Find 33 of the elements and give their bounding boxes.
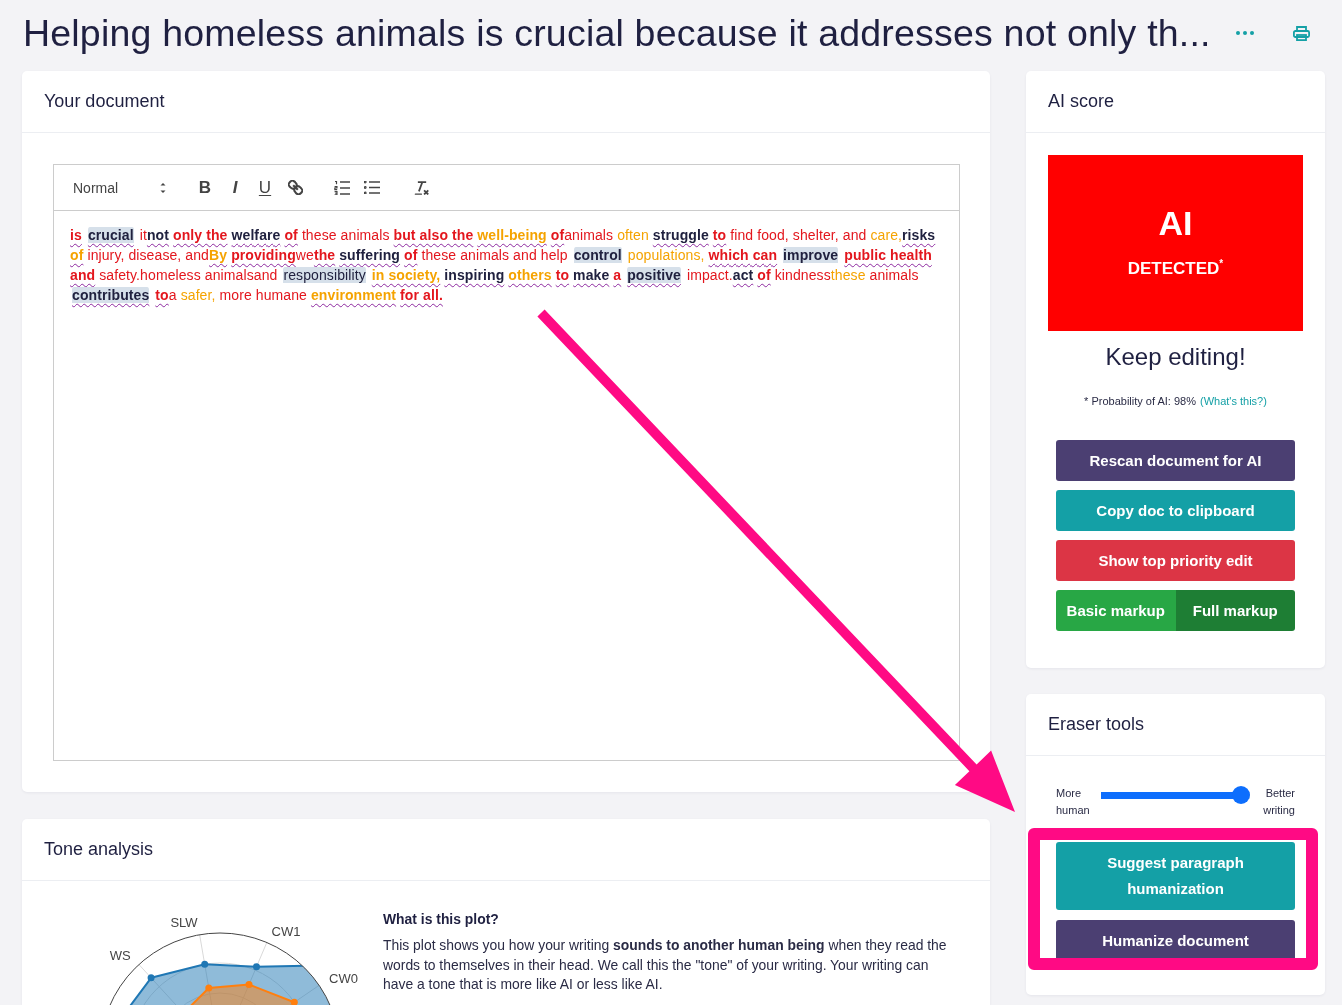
link-icon[interactable] [287, 180, 303, 195]
rescan-button[interactable]: Rescan document for AI [1056, 440, 1295, 481]
page-title: Helping homeless animals is crucial because it addresses not only th... [23, 11, 1211, 55]
document-text: is crucial itnot only the welfare of these animals but also the well-being ofanimals often struggle to find food, shelter, and care,risks of injury, disease, andBy providingwethe suffering of these animals and help control populations, which can improve public health and safety.homeless animalsand responsibility in society, inspiring others to make a positive impact.act of kindnessthese animals contributes toa safer, more humane environment for all. [70, 225, 939, 305]
clear-format-icon[interactable] [413, 180, 429, 195]
probability-note: * Probability of AI: 98% [1084, 394, 1196, 409]
bold-button[interactable]: B [190, 175, 220, 200]
verdict-text: DETECTED$^{*}$ [1127, 257, 1224, 280]
slider-thumb[interactable] [1232, 786, 1250, 804]
axis-label: WS [109, 947, 131, 963]
underline-button[interactable]: U [250, 175, 280, 200]
explainer-heading: What is this plot? [383, 910, 500, 929]
print-icon[interactable] [1293, 25, 1310, 41]
priority-edit-button[interactable]: Show top priority edit [1056, 540, 1295, 581]
axis-label: SLW [170, 914, 198, 930]
ordered-list-icon[interactable] [334, 180, 350, 195]
card-title: Your document [44, 91, 165, 112]
card-title: Tone analysis [44, 839, 154, 860]
more-icon[interactable] [1236, 31, 1254, 35]
axis-label: CW0 [329, 970, 358, 986]
caret-icon [160, 182, 166, 193]
status-message: Keep editing! [1105, 342, 1246, 372]
slider-label: Better writing [1262, 786, 1295, 818]
card-title: AI score [1048, 91, 1115, 112]
bullet-list-icon[interactable] [364, 181, 380, 194]
markup-toggle[interactable]: Full markup [1175, 590, 1295, 631]
card-title: Eraser tools [1048, 714, 1145, 735]
axis-label: CW1 [271, 923, 301, 939]
verdict-title: AI [1158, 203, 1193, 243]
italic-button[interactable]: I [220, 175, 250, 200]
slider-label: More human [1056, 786, 1091, 818]
explainer-text: This plot shows you how your writing sounds to another human being when they read the words to themselves in their head. We call this the "tone" of your writing. Your writing can have a tone that is more like AI or less like AI. [383, 936, 948, 994]
format-dropdown[interactable]: Normal [62, 175, 172, 200]
